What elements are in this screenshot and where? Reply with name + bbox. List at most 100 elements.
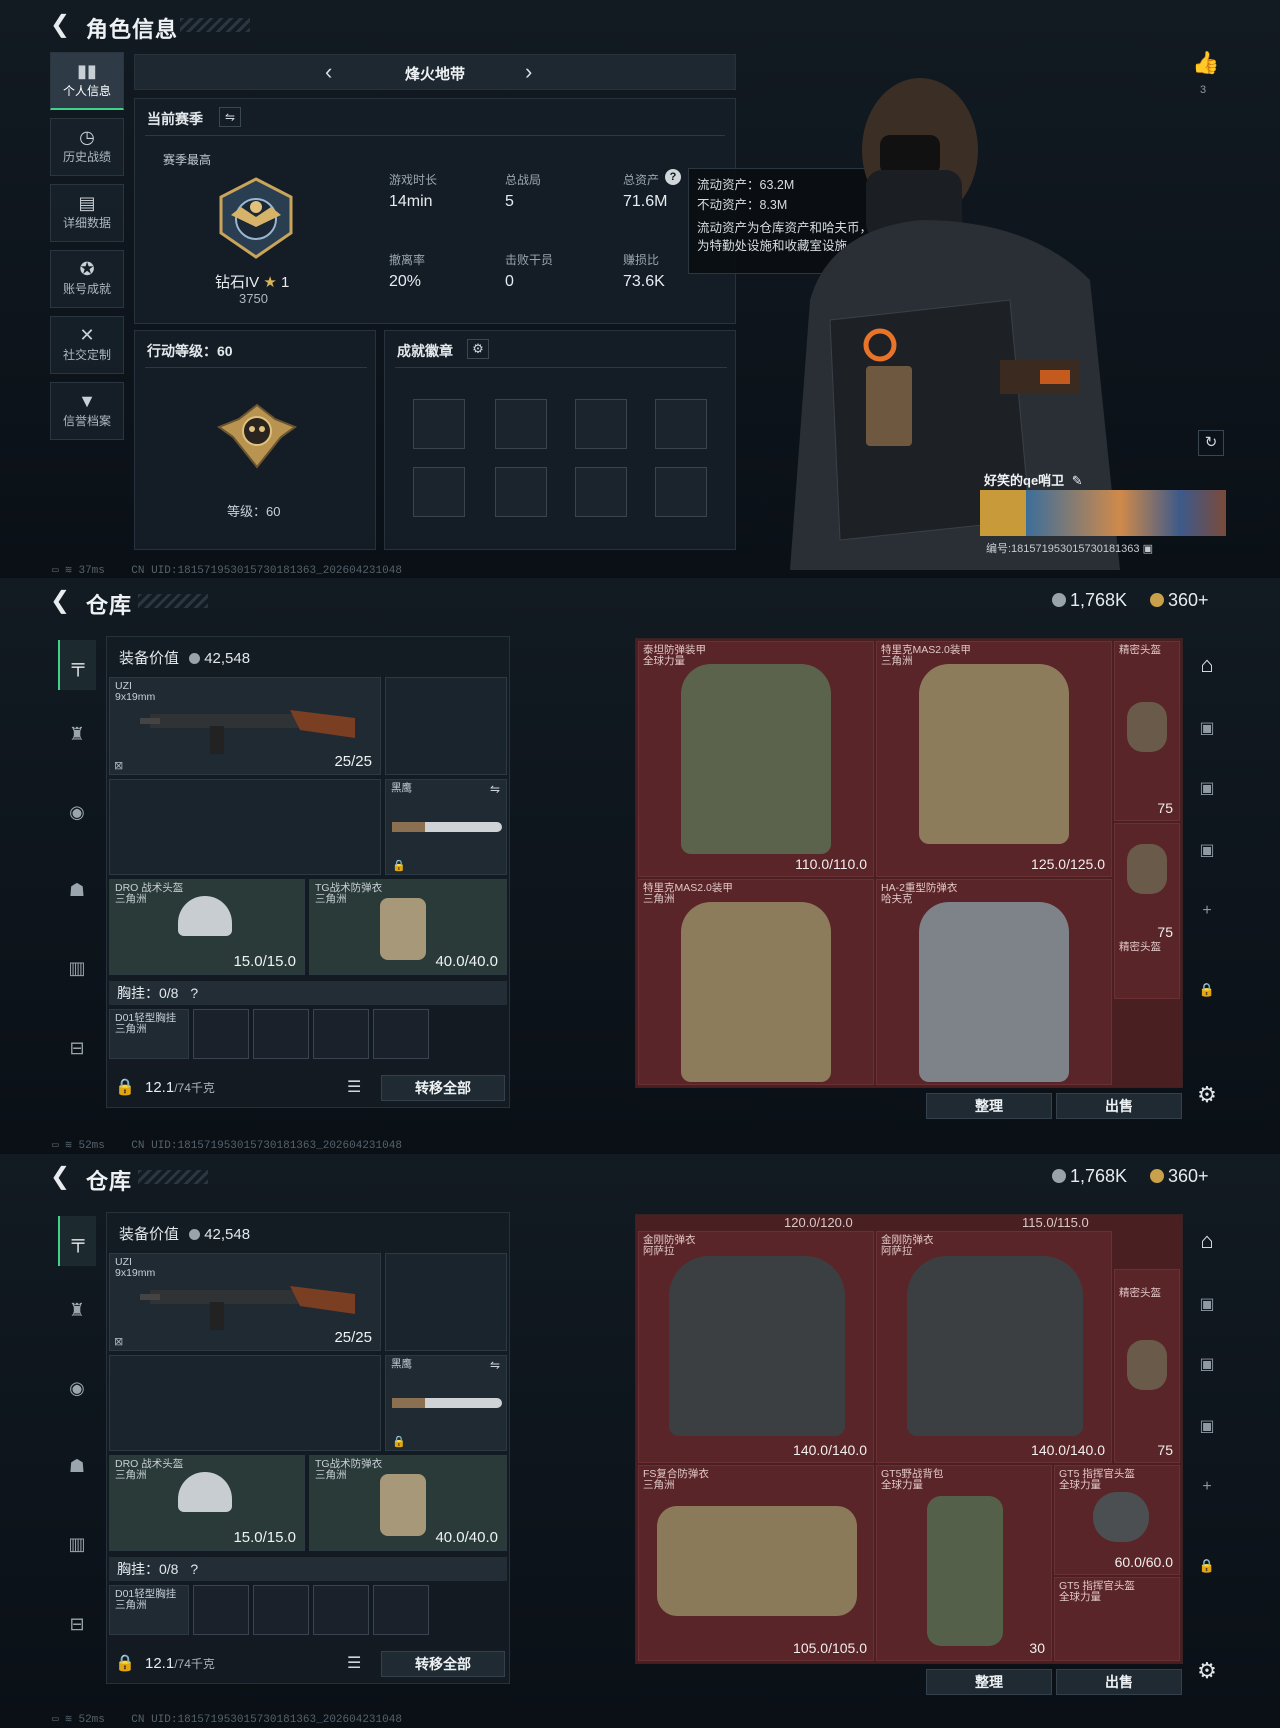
vest-slot[interactable]: TG战术防弹衣 三角洲 40.0/40.0 [309, 879, 507, 975]
tab-backpack[interactable]: ☗ [58, 1446, 96, 1486]
chevron-left-icon[interactable]: ‹ [325, 59, 332, 85]
swap-icon[interactable]: ⇋ [490, 782, 500, 796]
chest-rig-slot[interactable] [373, 1009, 429, 1059]
settings-gear-icon[interactable]: ⚙ [1190, 1658, 1224, 1684]
player-card[interactable] [980, 490, 1226, 536]
pistol-slot[interactable] [385, 1253, 507, 1351]
rotate-icon[interactable]: ↻ [1198, 430, 1224, 456]
add-tab-icon[interactable]: + [1190, 902, 1224, 920]
stash-tab-main[interactable]: ⌂ [1190, 652, 1224, 678]
chest-rig-slot[interactable] [193, 1585, 249, 1635]
stash-tab-2[interactable]: ▣ [1190, 1294, 1224, 1314]
transfer-all-button[interactable]: 转移全部 [381, 1651, 505, 1677]
currency-secondary[interactable]: 360+ [1150, 1166, 1209, 1187]
chest-rig-slot[interactable] [373, 1585, 429, 1635]
secondary-weapon-slot[interactable] [109, 1355, 381, 1451]
stash-item[interactable]: 泰坦防弹装甲 全球力量 110.0/110.0 [638, 641, 874, 877]
chevron-right-icon[interactable]: › [525, 59, 532, 85]
stash-item[interactable]: GT5 指挥官头盔 全球力量 [1054, 1577, 1180, 1661]
stash-item[interactable]: 精密头盔 75 [1114, 641, 1180, 821]
tab-armor[interactable]: ♜ [58, 1290, 96, 1330]
sort-button[interactable]: 整理 [926, 1669, 1052, 1695]
back-arrow-icon[interactable]: ❮ [50, 1164, 76, 1190]
melee-slot[interactable]: 黑鹰 ⇋ 🔒 [385, 1355, 507, 1451]
stash-tab-3[interactable]: ▣ [1190, 778, 1224, 798]
stash-tab-2[interactable]: ▣ [1190, 718, 1224, 738]
back-arrow-icon[interactable]: ❮ [50, 588, 76, 614]
stash-tab-4[interactable]: ▣ [1190, 1416, 1224, 1436]
chest-rig-slot[interactable] [253, 1009, 309, 1059]
tab-weapons[interactable]: ╤ [58, 640, 96, 690]
stash-item[interactable]: HA-2重型防弹衣 哈夫克 [876, 879, 1112, 1085]
tab-case[interactable]: ⊟ [58, 1028, 96, 1068]
edit-icon[interactable]: ✎ [1072, 473, 1083, 488]
tab-weapons[interactable]: ╤ [58, 1216, 96, 1266]
swap-icon[interactable]: ⇋ [219, 107, 241, 127]
settings-gear-icon[interactable]: ⚙ [1190, 1082, 1224, 1108]
sidebar-item-achievements[interactable]: ✪ 账号成就 [50, 250, 124, 308]
stash-item[interactable]: GT5野战背包 全球力量 30 [876, 1465, 1052, 1661]
lock-icon[interactable]: 🔒 [1190, 1558, 1224, 1574]
helmet-slot[interactable]: DRO 战术头盔 三角洲 15.0/15.0 [109, 1455, 305, 1551]
gear-icon[interactable]: ⚙ [467, 339, 489, 359]
stash-item[interactable]: 金刚防弹衣 阿萨拉 140.0/140.0 [638, 1231, 874, 1463]
swap-icon[interactable]: ⇋ [490, 1358, 500, 1372]
stash-tab-main[interactable]: ⌂ [1190, 1228, 1224, 1254]
sort-button[interactable]: 整理 [926, 1093, 1052, 1119]
stash-item[interactable]: 金刚防弹衣 阿萨拉 140.0/140.0 [876, 1231, 1112, 1463]
chest-rig-slot[interactable] [193, 1009, 249, 1059]
currency-secondary[interactable]: 360+ [1150, 590, 1209, 611]
sidebar-item-history[interactable]: ◷ 历史战绩 [50, 118, 124, 176]
stash-item[interactable]: 75 精密头盔 [1114, 823, 1180, 999]
helmet-slot[interactable]: DRO 战术头盔 三角洲 15.0/15.0 [109, 879, 305, 975]
badge-slot[interactable] [495, 467, 547, 517]
pistol-slot[interactable] [385, 677, 507, 775]
badge-slot[interactable] [655, 399, 707, 449]
tab-container[interactable]: ▥ [58, 1524, 96, 1564]
badge-slot[interactable] [575, 467, 627, 517]
chest-rig-item[interactable]: D01轻型胸挂 三角洲 [109, 1009, 189, 1059]
sidebar-item-social[interactable]: ✕ 社交定制 [50, 316, 124, 374]
badge-slot[interactable] [413, 467, 465, 517]
like-icon[interactable]: 👍 [1192, 50, 1219, 76]
stash-item[interactable]: GT5 指挥官头盔 全球力量 60.0/60.0 [1054, 1465, 1180, 1575]
stash-item[interactable]: FS复合防弹衣 三角洲 105.0/105.0 [638, 1465, 874, 1661]
tab-case[interactable]: ⊟ [58, 1604, 96, 1644]
chest-rig-slot[interactable] [253, 1585, 309, 1635]
stash-item[interactable]: 特里克MAS2.0装甲 三角洲 [638, 879, 874, 1085]
help-icon[interactable]: ? [665, 169, 681, 185]
stash-tab-4[interactable]: ▣ [1190, 840, 1224, 860]
sidebar-item-personal-info[interactable]: ▮▮ 个人信息 [50, 52, 124, 110]
tab-helmet[interactable]: ◉ [58, 792, 96, 832]
vest-slot[interactable]: TG战术防弹衣 三角洲 40.0/40.0 [309, 1455, 507, 1551]
copy-icon[interactable]: ▣ [1143, 543, 1153, 555]
tab-armor[interactable]: ♜ [58, 714, 96, 754]
primary-weapon-slot[interactable]: UZI 9x19mm 25/25 ⊠ [109, 1253, 381, 1351]
lock-icon[interactable]: 🔒 [1190, 982, 1224, 998]
back-arrow-icon[interactable]: ❮ [50, 12, 76, 38]
melee-slot[interactable]: 黑鹰 ⇋ 🔒 [385, 779, 507, 875]
chest-rig-slot[interactable] [313, 1585, 369, 1635]
add-tab-icon[interactable]: + [1190, 1478, 1224, 1496]
badge-slot[interactable] [495, 399, 547, 449]
list-icon[interactable]: ☰ [347, 1653, 361, 1673]
transfer-all-button[interactable]: 转移全部 [381, 1075, 505, 1101]
badge-slot[interactable] [575, 399, 627, 449]
primary-weapon-slot[interactable]: UZI 9x19mm 25/25 ⊠ [109, 677, 381, 775]
stash-item[interactable]: 特里克MAS2.0装甲 三角洲 125.0/125.0 [876, 641, 1112, 877]
tab-helmet[interactable]: ◉ [58, 1368, 96, 1408]
chest-rig-slot[interactable] [313, 1009, 369, 1059]
sidebar-item-details[interactable]: ▤ 详细数据 [50, 184, 124, 242]
tab-container[interactable]: ▥ [58, 948, 96, 988]
tab-backpack[interactable]: ☗ [58, 870, 96, 910]
list-icon[interactable]: ☰ [347, 1077, 361, 1097]
help-icon[interactable]: ? [190, 1561, 198, 1577]
stash-tab-3[interactable]: ▣ [1190, 1354, 1224, 1374]
sell-button[interactable]: 出售 [1056, 1093, 1182, 1119]
sell-button[interactable]: 出售 [1056, 1669, 1182, 1695]
badge-slot[interactable] [413, 399, 465, 449]
stash-item[interactable]: 精密头盔 75 [1114, 1269, 1180, 1463]
secondary-weapon-slot[interactable] [109, 779, 381, 875]
badge-slot[interactable] [655, 467, 707, 517]
help-icon[interactable]: ? [190, 985, 198, 1001]
